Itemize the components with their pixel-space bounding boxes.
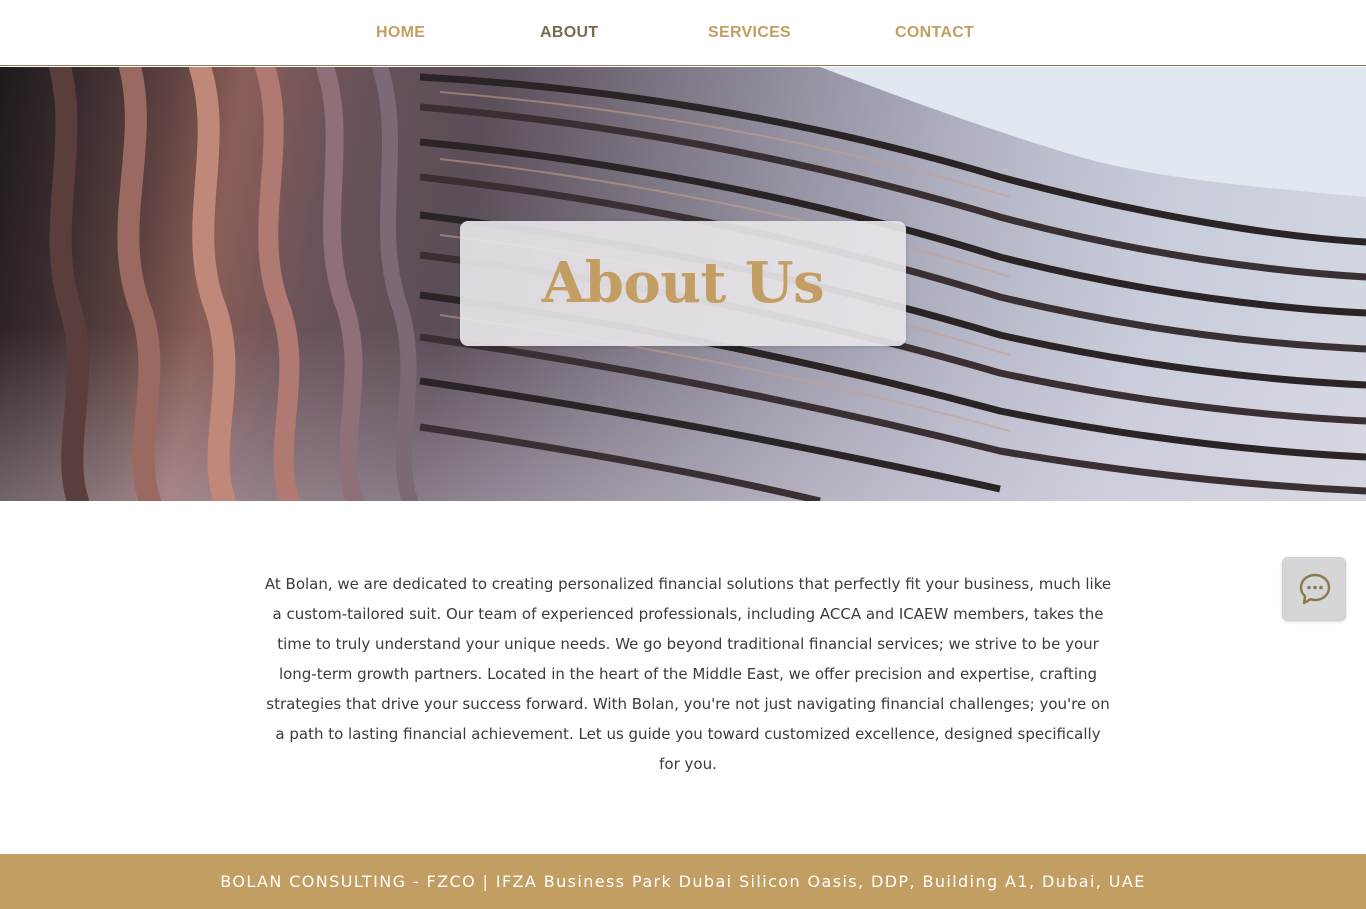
nav-item-services[interactable]: SERVICES — [708, 22, 791, 44]
about-paragraph: At Bolan, we are dedicated to creating p… — [264, 575, 1112, 773]
title-card: About Us — [460, 221, 906, 346]
nav-item-contact[interactable]: CONTACT — [895, 22, 974, 44]
nav-item-home[interactable]: HOME — [376, 22, 425, 44]
footer-address: BOLAN CONSULTING - FZCO | IFZA Business … — [220, 872, 1146, 891]
nav-item-about[interactable]: ABOUT — [540, 22, 598, 44]
chat-bubble-icon — [1299, 573, 1331, 605]
footer: BOLAN CONSULTING - FZCO | IFZA Business … — [0, 854, 1366, 909]
chat-button[interactable] — [1282, 557, 1346, 621]
top-navigation: HOME ABOUT SERVICES CONTACT — [0, 0, 1366, 66]
page-title: About Us — [541, 250, 825, 316]
hero-banner: About Us — [0, 67, 1366, 501]
